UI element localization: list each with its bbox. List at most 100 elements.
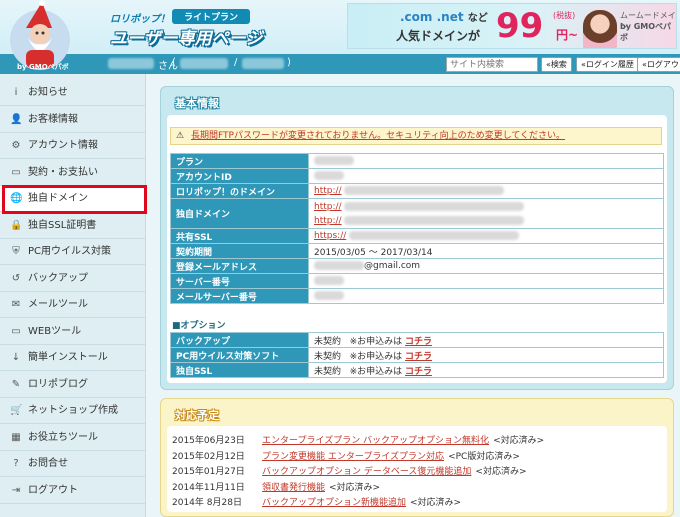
banner-popular: 人気ドメインが: [396, 29, 481, 43]
sidebar-item-label: ロリポブログ: [28, 378, 88, 390]
sidebar-item[interactable]: ✉ メールツール: [0, 292, 145, 318]
sidebar-item[interactable]: 🛒 ネットショップ作成: [0, 398, 145, 424]
basic-info-table: プラン アカウントID ロリポップ！のドメイン http:// 独自ドメイン htt…: [170, 153, 664, 304]
sidebar-item-label: お客様情報: [28, 113, 78, 125]
row-label-own-domain: 独自ドメイン: [170, 198, 309, 229]
account-id-value: [308, 168, 664, 184]
row-label-shared-ssl: 共有SSL: [170, 228, 309, 244]
sidebar-item[interactable]: ▭ 契約・お支払い: [0, 160, 145, 186]
warning-link[interactable]: 長期間FTPパスワードが変更されておりません。セキュリティ向上のため変更してくだ…: [191, 131, 565, 141]
lolipop-domain-link[interactable]: http://: [314, 186, 342, 196]
mail-server-no-value: [308, 288, 664, 304]
schedule-item-link[interactable]: バックアップオプション データベース復元機能追加: [262, 467, 471, 477]
sidebar-item-icon: ✎: [11, 378, 21, 390]
redacted-value: [314, 261, 364, 270]
schedule-date: 2015年02月12日: [172, 451, 245, 462]
sidebar-item[interactable]: 🌐 独自ドメイン: [0, 186, 145, 212]
banner-domains: .com .net など: [400, 10, 488, 24]
schedule-item-link[interactable]: 領収書発行機能: [262, 483, 325, 493]
sidebar-item-icon: ⚙: [11, 140, 21, 151]
sidebar-item[interactable]: ⇥ ログアウト: [0, 478, 145, 504]
page-title: ユーザー専用ページ: [110, 29, 263, 49]
schedule-status: <PC版対応済み>: [448, 451, 520, 462]
schedule-date: 2015年01月27日: [172, 467, 245, 477]
sidebar-item-icon: ↺: [11, 272, 21, 284]
schedule-date: 2015年06月23日: [172, 436, 245, 446]
user-paren-close: ): [287, 57, 291, 68]
sidebar-item-label: ログアウト: [28, 484, 78, 496]
mascot-caption: by GMOペパボ: [17, 62, 69, 71]
plan-value: [308, 153, 664, 169]
row-label-server-no: サーバー番号: [170, 273, 309, 289]
sidebar-item[interactable]: i お知らせ: [0, 80, 145, 106]
logout-header-button[interactable]: «ログアウト: [637, 57, 680, 72]
sidebar-item-label: お問合せ: [28, 458, 68, 469]
table-row: バックアップ 未契約 ※お申込みは コチラ: [170, 332, 664, 348]
schedule-date: 2014年11月11日: [172, 482, 245, 493]
login-history-button[interactable]: «ログイン履歴: [576, 57, 639, 72]
shared-ssl-link[interactable]: https://: [314, 231, 346, 241]
banner-by: by GMOペパボ: [620, 22, 672, 42]
user-id-redacted: [242, 58, 284, 69]
sidebar-item-label: PC用ウイルス対策: [28, 246, 112, 257]
mascot-logo[interactable]: by GMOペパボ: [8, 0, 72, 74]
redacted-value: [344, 201, 525, 211]
sidebar-item-icon: ✉: [11, 299, 21, 310]
table-row: サーバー番号: [170, 273, 664, 289]
sidebar-item[interactable]: ↺ バックアップ: [0, 266, 145, 292]
schedule-item-link[interactable]: バックアップオプション新機能追加: [262, 498, 406, 508]
row-label-account-id: アカウントID: [170, 168, 309, 184]
schedule-item-link[interactable]: プラン変更機能 エンタープライズプラン対応: [262, 452, 444, 462]
sidebar-item[interactable]: ✎ ロリポブログ: [0, 372, 145, 398]
apply-antivirus-link[interactable]: コチラ: [405, 352, 432, 362]
option-status-backup: 未契約 ※お申込みは コチラ: [308, 332, 664, 348]
ad-banner[interactable]: .com .net など 人気ドメインが 99 (税抜) 円~ ムームードメイン…: [347, 3, 677, 49]
row-label-email: 登録メールアドレス: [170, 258, 309, 274]
sidebar-item-icon: 👤: [10, 113, 23, 125]
sidebar-item[interactable]: ⛨ PC用ウイルス対策: [0, 239, 145, 265]
sidebar-item-icon: ⇥: [11, 484, 21, 496]
schedule-date: 2014年 8月28日: [172, 498, 242, 508]
sidebar-item-label: お知らせ: [28, 87, 68, 98]
sidebar-item-label: アカウント情報: [28, 140, 98, 151]
sidebar-item[interactable]: ⚙ アカウント情報: [0, 133, 145, 159]
redacted-value: [349, 231, 520, 240]
sidebar-item-icon: ⛨: [12, 246, 20, 257]
schedule-row: 2015年02月12日 プラン変更機能 エンタープライズプラン対応 <PC版対応済み…: [172, 450, 662, 464]
own-domain-link-1[interactable]: http://: [314, 202, 342, 212]
option-label-backup: バックアップ: [170, 332, 309, 348]
sidebar-item-label: 独自ドメイン: [28, 193, 88, 204]
own-domain-link-2[interactable]: http://: [314, 216, 342, 226]
option-status-text: 未契約: [314, 336, 342, 347]
sidebar-item[interactable]: ? お問合せ: [0, 451, 145, 477]
sidebar-item[interactable]: ▭ WEBツール: [0, 319, 145, 345]
redacted-value: [344, 186, 505, 195]
sidebar-item-label: 簡単インストール: [28, 352, 108, 363]
schedule-status: <対応済み>: [493, 436, 545, 446]
sidebar-item[interactable]: ↓ 簡単インストール: [0, 345, 145, 371]
sidebar-item[interactable]: ▦ お役立ちツール: [0, 425, 145, 451]
sidebar-item[interactable]: 🔒 独自SSL証明書: [0, 213, 145, 239]
banner-tax: (税抜): [553, 11, 576, 20]
user-slash: /: [234, 57, 238, 68]
lolipop-domain-value: http://: [308, 183, 664, 199]
apply-backup-link[interactable]: コチラ: [405, 337, 432, 347]
site-search-input[interactable]: [446, 57, 538, 72]
server-no-value: [308, 273, 664, 289]
sidebar-item-label: ネットショップ作成: [28, 405, 118, 416]
schedule-entry: プラン変更機能 エンタープライズプラン対応 <PC版対応済み>: [262, 450, 520, 464]
user-domain-redacted: [180, 58, 228, 69]
search-button[interactable]: «検索: [541, 57, 572, 72]
schedule-item-link[interactable]: エンタープライズプラン バックアップオプション無料化: [262, 436, 489, 446]
search-button-label: 検索: [550, 60, 567, 69]
basic-info-title: 基本情報: [175, 97, 219, 110]
sidebar-item-icon: 🌐: [10, 193, 23, 204]
schedule-title: 対応予定: [175, 409, 219, 422]
table-row: 独自ドメイン http:// http://: [170, 198, 664, 229]
ftp-password-warning: ⚠ 長期間FTPパスワードが変更されておりません。セキュリティ向上のため変更して…: [170, 127, 662, 145]
apply-ssl-link[interactable]: コチラ: [405, 367, 432, 377]
header: by GMOペパボ ロリポップ！ ライトプラン ユーザー専用ページ .com .…: [0, 0, 680, 71]
banner-price: 99: [496, 6, 544, 46]
sidebar-item-label: メールツール: [28, 299, 88, 310]
sidebar-item[interactable]: 👤 お客様情報: [0, 107, 145, 133]
